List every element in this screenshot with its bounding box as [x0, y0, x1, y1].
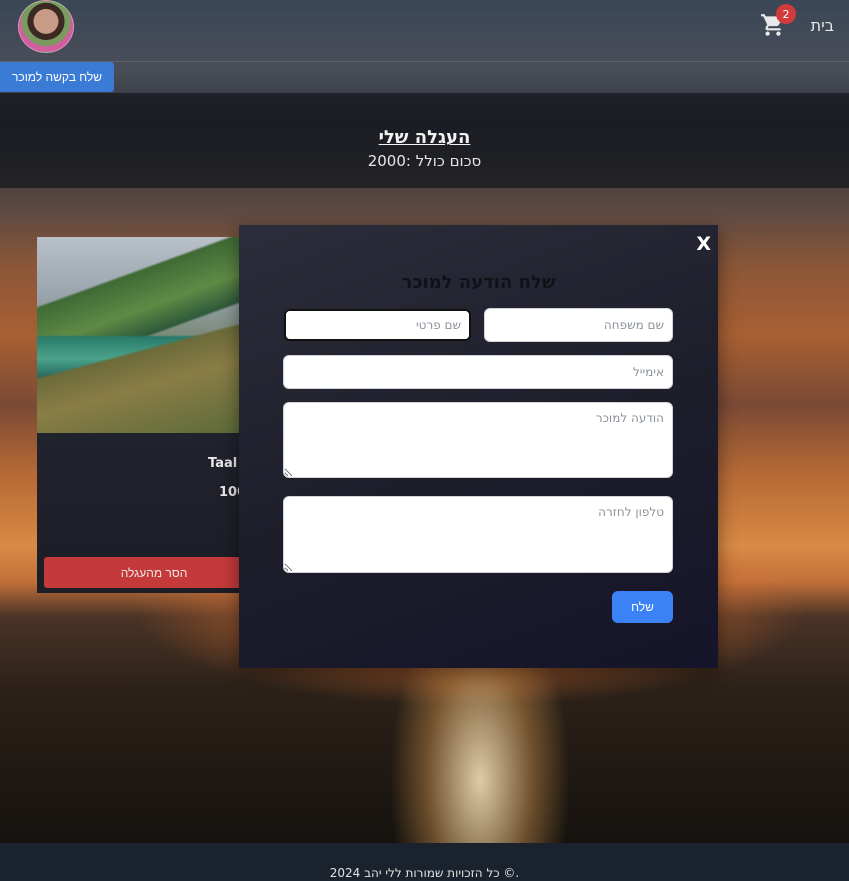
cart-header: העגלה שלי סכום כולל :2000	[0, 93, 849, 188]
send-button[interactable]: שלח	[612, 591, 673, 623]
avatar[interactable]	[18, 0, 74, 53]
cart-icon	[760, 14, 786, 42]
send-request-button[interactable]: שלח בקשה למוכר	[0, 62, 114, 92]
nav-divider	[0, 61, 849, 62]
message-textarea[interactable]	[283, 402, 673, 478]
product-card: Taal 100 הסר מהעגלה	[37, 237, 257, 593]
close-button[interactable]: X	[696, 233, 711, 255]
navbar: 2 בית	[0, 0, 849, 62]
cart-link[interactable]: 2	[760, 4, 796, 42]
page-title: העגלה שלי	[378, 127, 471, 148]
cart-count-badge: 2	[776, 4, 796, 24]
first-name-input[interactable]	[284, 309, 471, 341]
footer-copyright: כל הזכויות שמורות ללי יהב 2024 ©.	[329, 866, 520, 880]
modal-title: שלח הודעה למוכר	[401, 272, 556, 293]
last-name-input[interactable]	[484, 308, 673, 342]
product-image	[37, 237, 257, 433]
phone-textarea[interactable]	[283, 496, 673, 573]
nav-home-link[interactable]: בית	[811, 16, 834, 35]
footer: כל הזכויות שמורות ללי יהב 2024 ©.	[0, 843, 849, 881]
cart-total: סכום כולל :2000	[367, 152, 482, 170]
remove-from-cart-button[interactable]: הסר מהעגלה	[44, 557, 257, 588]
email-input[interactable]	[283, 355, 673, 389]
product-name: Taal	[208, 456, 238, 471]
contact-seller-modal: X שלח הודעה למוכר שלח	[239, 225, 718, 668]
